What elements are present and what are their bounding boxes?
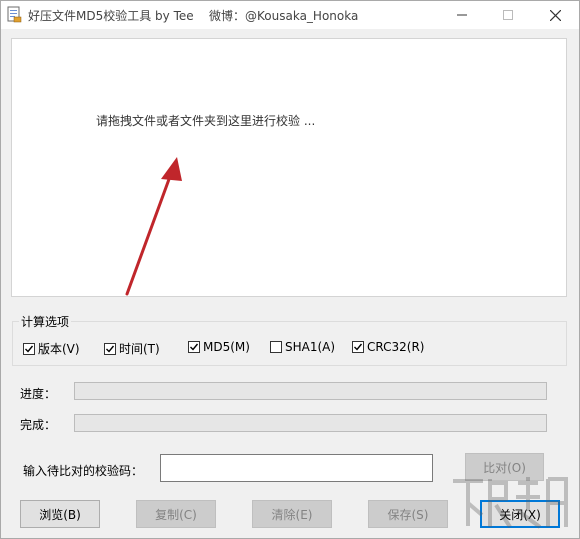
- check-icon: [190, 343, 199, 351]
- calc-options-legend: 计算选项: [19, 313, 72, 330]
- clear-button[interactable]: 清除(E): [252, 500, 332, 528]
- minimize-button[interactable]: [439, 1, 485, 29]
- checkbox-sha1[interactable]: SHA1(A): [270, 340, 335, 354]
- title-bar[interactable]: 好压文件MD5校验工具 by Tee 微博：@Kousaka_Honoka: [1, 1, 579, 29]
- checkbox-crc32-label: CRC32(R): [367, 340, 425, 354]
- close-window-button[interactable]: [532, 1, 578, 29]
- watermark-logo: [453, 477, 568, 529]
- file-drop-area[interactable]: 请拖拽文件或者文件夹到这里进行校验 ...: [11, 38, 567, 297]
- document-icon: [7, 6, 22, 23]
- checkbox-crc32-box[interactable]: [352, 341, 364, 353]
- maximize-icon: [503, 10, 513, 20]
- browse-button[interactable]: 浏览(B): [20, 500, 100, 528]
- checkbox-md5[interactable]: MD5(M): [188, 340, 250, 354]
- progress-bar: [74, 382, 547, 400]
- maximize-button[interactable]: [485, 1, 531, 29]
- checkbox-time-label: 时间(T): [119, 342, 160, 356]
- window-title: 好压文件MD5校验工具 by Tee: [28, 9, 194, 23]
- drop-hint: 请拖拽文件或者文件夹到这里进行校验 ...: [96, 114, 316, 128]
- window-weibo: 微博：@Kousaka_Honoka: [209, 9, 359, 23]
- check-icon: [25, 345, 34, 353]
- minimize-icon: [457, 14, 467, 16]
- progress-label: 进度：: [20, 387, 57, 401]
- checkbox-version-box[interactable]: [23, 342, 35, 355]
- checkbox-time[interactable]: 时间(T): [104, 340, 160, 357]
- complete-label: 完成：: [20, 418, 57, 432]
- app-window: 好压文件MD5校验工具 by Tee 微博：@Kousaka_Honoka 请拖…: [0, 0, 580, 539]
- checkbox-sha1-box[interactable]: [270, 341, 282, 353]
- check-icon: [354, 343, 363, 351]
- check-icon: [106, 345, 115, 353]
- checkbox-md5-box[interactable]: [188, 341, 200, 353]
- complete-bar: [74, 414, 547, 432]
- checkbox-version[interactable]: 版本(V): [23, 340, 80, 357]
- checkbox-md5-label: MD5(M): [203, 340, 250, 354]
- compare-label: 输入待比对的校验码：: [23, 464, 144, 478]
- copy-button[interactable]: 复制(C): [136, 500, 216, 528]
- checkbox-sha1-label: SHA1(A): [285, 340, 336, 354]
- close-icon: [549, 9, 561, 21]
- arrow-annotation: [125, 157, 182, 296]
- checkbox-time-box[interactable]: [104, 342, 116, 355]
- save-button[interactable]: 保存(S): [368, 500, 448, 528]
- checkbox-crc32[interactable]: CRC32(R): [352, 340, 424, 354]
- checksum-input[interactable]: [160, 454, 433, 482]
- checkbox-version-label: 版本(V): [38, 342, 80, 356]
